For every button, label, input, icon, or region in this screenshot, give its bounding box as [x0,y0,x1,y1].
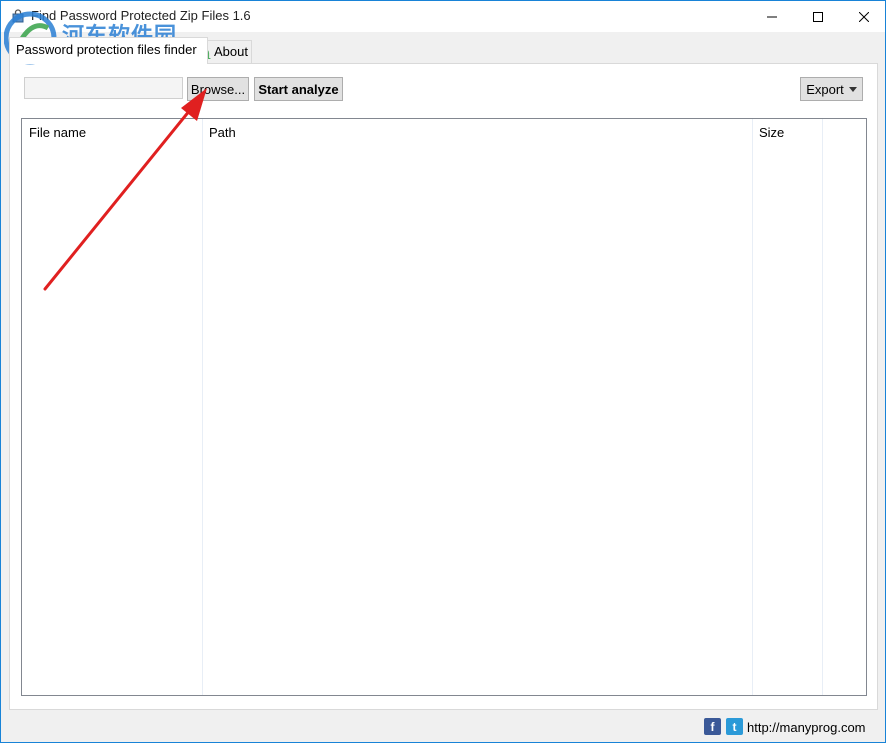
maximize-icon [813,11,823,22]
column-header-size[interactable]: Size [759,125,784,140]
twitter-icon[interactable]: t [726,718,743,735]
folder-path-input[interactable] [24,77,183,99]
website-link[interactable]: http://manyprog.com [747,720,866,735]
minimize-button[interactable] [749,1,795,32]
title-bar: Find Password Protected Zip Files 1.6 [1,1,885,32]
browse-button[interactable]: Browse... [187,77,249,101]
start-analyze-button[interactable]: Start analyze [254,77,343,101]
export-button-label: Export [806,81,844,97]
maximize-button[interactable] [795,1,841,32]
tab-password-finder-label: Password protection files finder [16,42,197,57]
close-button[interactable] [841,1,886,32]
zip-lock-icon [11,9,25,23]
minimize-icon [767,16,777,17]
tab-password-finder[interactable]: Password protection files finder [9,37,208,64]
results-table[interactable]: File name Path Size [21,118,867,696]
column-divider [202,119,203,695]
column-divider [752,119,753,695]
app-window: Find Password Protected Zip Files 1.6 Ab… [0,0,886,743]
column-header-path[interactable]: Path [209,125,236,140]
column-divider [822,119,823,695]
column-header-file-name[interactable]: File name [29,125,86,140]
tab-about[interactable]: About [207,40,252,63]
start-analyze-button-label: Start analyze [258,81,339,97]
close-icon [859,11,869,22]
export-button[interactable]: Export [800,77,863,101]
facebook-icon[interactable]: f [704,718,721,735]
tab-about-label: About [214,44,248,59]
window-title: Find Password Protected Zip Files 1.6 [31,8,251,23]
chevron-down-icon [848,86,857,92]
browse-button-label: Browse... [190,81,246,97]
